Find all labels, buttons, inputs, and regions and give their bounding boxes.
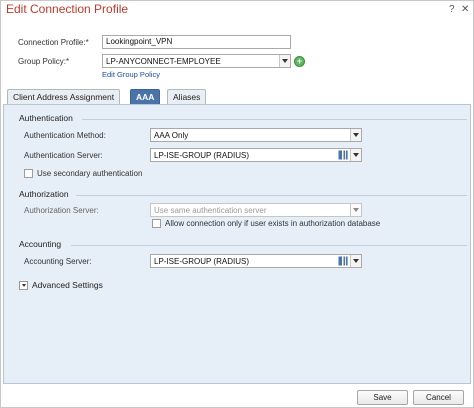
secondary-authentication-checkbox[interactable] <box>24 169 33 178</box>
accounting-divider <box>71 245 467 246</box>
advanced-settings-toggle[interactable]: Advanced Settings <box>32 280 103 290</box>
authentication-method-label: Authentication Method: <box>24 131 106 140</box>
authentication-section-title: Authentication <box>19 113 73 123</box>
chevron-down-icon[interactable] <box>279 55 290 67</box>
edit-connection-profile-dialog: Edit Connection Profile ? ✕ Connection P… <box>0 0 474 408</box>
group-policy-value: LP-ANYCONNECT-EMPLOYEE <box>106 57 221 66</box>
edit-group-policy-link[interactable]: Edit Group Policy <box>102 70 160 79</box>
aaa-panel: Authentication Authentication Method: AA… <box>3 104 471 384</box>
server-object-icon[interactable] <box>338 256 348 266</box>
accounting-server-value: LP-ISE-GROUP (RADIUS) <box>154 257 249 266</box>
authentication-divider <box>82 119 467 120</box>
allow-connection-label: Allow connection only if user exists in … <box>165 219 381 228</box>
accounting-server-label: Accounting Server: <box>24 257 92 266</box>
authentication-server-label: Authentication Server: <box>24 151 103 160</box>
close-icon[interactable]: ✕ <box>461 3 469 17</box>
authorization-server-select[interactable]: Use same authentication server <box>150 203 362 217</box>
authorization-section-title: Authorization <box>19 189 69 199</box>
authentication-server-value: LP-ISE-GROUP (RADIUS) <box>154 151 249 160</box>
tab-aaa[interactable]: AAA <box>130 89 161 105</box>
expand-advanced-icon[interactable] <box>19 281 28 290</box>
tab-aliases[interactable]: Aliases <box>167 89 207 105</box>
chevron-down-icon[interactable] <box>350 149 361 161</box>
allow-connection-checkbox[interactable] <box>152 219 161 228</box>
help-icon[interactable]: ? <box>449 3 455 17</box>
chevron-down-icon[interactable] <box>350 255 361 267</box>
cancel-button[interactable]: Cancel <box>413 390 464 405</box>
chevron-down-icon[interactable] <box>350 129 361 141</box>
tab-client-address-assignment[interactable]: Client Address Assignment <box>7 89 121 105</box>
server-object-icon[interactable] <box>338 150 348 160</box>
save-button[interactable]: Save <box>357 390 408 405</box>
authorization-divider <box>76 195 467 196</box>
accounting-server-select[interactable]: LP-ISE-GROUP (RADIUS) <box>150 254 362 268</box>
dialog-title: Edit Connection Profile <box>6 2 129 16</box>
dialog-titlebar: Edit Connection Profile ? ✕ <box>1 1 473 21</box>
authentication-method-select[interactable]: AAA Only <box>150 128 362 142</box>
group-policy-select[interactable]: LP-ANYCONNECT-EMPLOYEE <box>102 54 291 68</box>
accounting-section-title: Accounting <box>19 239 62 249</box>
authorization-server-label: Authorization Server: <box>24 206 99 215</box>
authentication-method-value: AAA Only <box>154 131 189 140</box>
secondary-authentication-label: Use secondary authentication <box>37 169 143 178</box>
authorization-server-placeholder: Use same authentication server <box>154 206 267 215</box>
connection-profile-label: Connection Profile:* <box>18 38 89 47</box>
authentication-server-select[interactable]: LP-ISE-GROUP (RADIUS) <box>150 148 362 162</box>
chevron-down-icon[interactable] <box>350 204 361 216</box>
connection-profile-input[interactable]: Lookingpoint_VPN <box>102 35 291 49</box>
group-policy-label: Group Policy:* <box>18 57 70 66</box>
add-group-policy-icon[interactable]: + <box>294 56 305 67</box>
